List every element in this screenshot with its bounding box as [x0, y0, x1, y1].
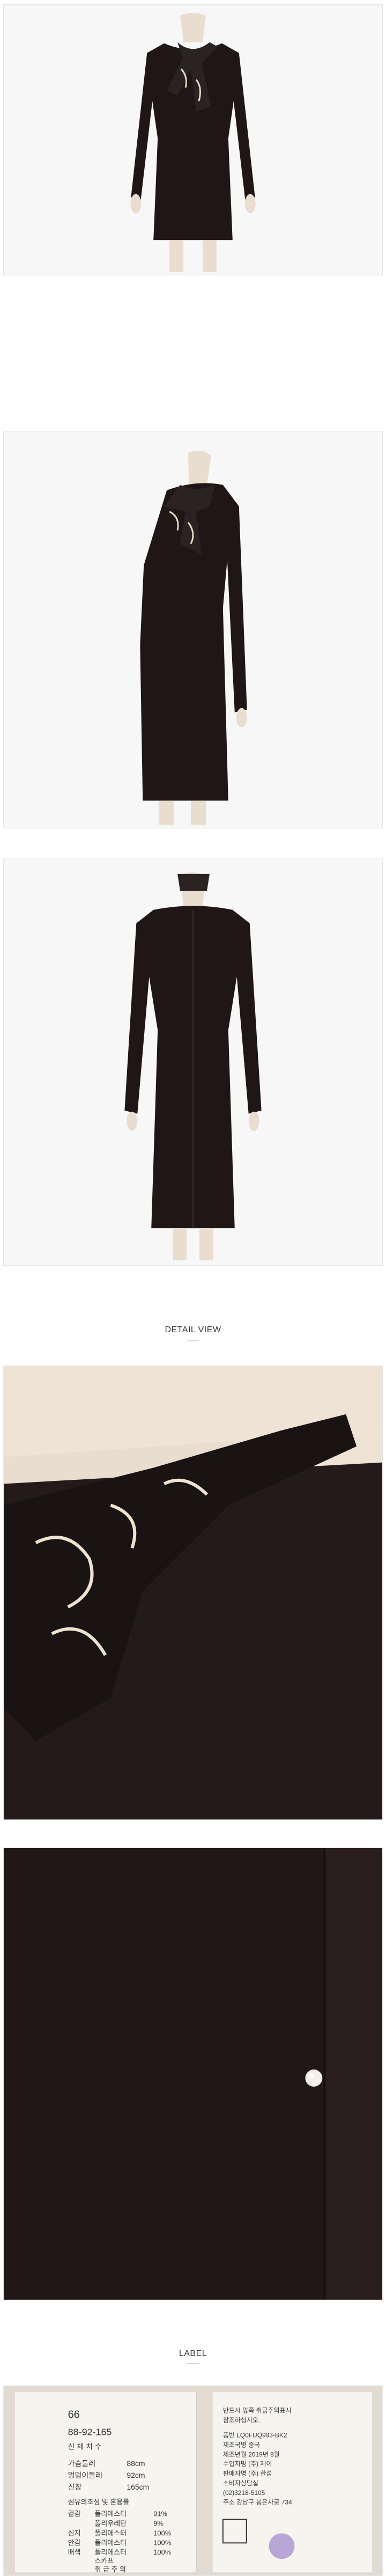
fabric-4-mat: 폴리에스터	[95, 2548, 127, 2556]
label-size-code: 88-92-165	[68, 2427, 112, 2438]
fabric-4-part: 배색	[68, 2548, 81, 2556]
label-right-8: (02)3218-5105	[223, 2489, 265, 2497]
product-photo-side	[3, 431, 383, 828]
fabric-3-pct: 100%	[153, 2538, 172, 2546]
label-care-caption: 취 급 주 의	[95, 2565, 126, 2573]
label-row-1-v: 92cm	[127, 2471, 145, 2479]
fabric-5-mat: 스카프	[95, 2557, 114, 2565]
fabric-2-pct: 100%	[153, 2529, 172, 2537]
label-photo: 66 88-92-165 신 체 치 수 가슴둘레 88cm 엉덩이둘레 92c…	[3, 2386, 383, 2576]
fabric-4-pct: 100%	[153, 2548, 172, 2556]
fabric-0-pct: 91%	[153, 2510, 167, 2518]
seal-icon	[269, 2533, 295, 2559]
label-size: 66	[68, 2409, 80, 2421]
detail-view-title: DETAIL VIEW	[165, 1325, 221, 1334]
label-right-1: 참조하십시오.	[223, 2417, 260, 2424]
label-right-4: 제조년월 2019년 8월	[223, 2450, 280, 2458]
label-row-2-v: 165cm	[127, 2483, 149, 2491]
label-row-0-k: 가슴둘레	[68, 2459, 95, 2468]
label-right-6: 판매자명 (주) 한섬	[223, 2470, 272, 2477]
fabric-0-part: 겉감	[68, 2510, 81, 2518]
product-photo-back	[3, 858, 383, 1266]
label-right-2: 품번 LQ0FUQ993-BK2	[223, 2431, 287, 2439]
fabric-3-part: 안감	[68, 2538, 81, 2546]
fabric-1-mat: 폴리우레탄	[95, 2520, 127, 2528]
fabric-1-pct: 9%	[153, 2520, 164, 2528]
label-right-3: 제조국명 중국	[223, 2441, 260, 2448]
detail-photo-neckline	[3, 1366, 383, 1820]
label-rule	[187, 2363, 199, 2364]
label-title: LABEL	[179, 2349, 207, 2358]
label-row-1-k: 엉덩이둘레	[68, 2471, 102, 2479]
label-size-caption: 신 체 치 수	[68, 2442, 102, 2450]
label-right-7: 소비자상담실	[223, 2479, 258, 2487]
fabric-2-part: 심지	[68, 2529, 81, 2537]
label-right-5: 수입자명 (주) 제이	[223, 2460, 272, 2468]
detail-photo-sleeve	[3, 1847, 383, 2300]
label-row-0-v: 88cm	[127, 2459, 145, 2468]
fabric-3-mat: 폴리에스터	[95, 2538, 127, 2546]
fabric-2-mat: 폴리에스터	[95, 2529, 127, 2537]
fabric-0-mat: 폴리에스터	[95, 2510, 127, 2518]
label-row-2-k: 신장	[68, 2483, 82, 2491]
product-photo-front	[3, 4, 383, 276]
label-right-9: 주소 강남구 봉은사로 734	[223, 2499, 292, 2506]
detail-view-rule	[187, 1340, 199, 1341]
label-fabric-caption: 섬유의조성 및 혼용률	[68, 2498, 130, 2506]
label-right-0: 반드시 앞쪽 취급주의표시	[223, 2407, 292, 2414]
